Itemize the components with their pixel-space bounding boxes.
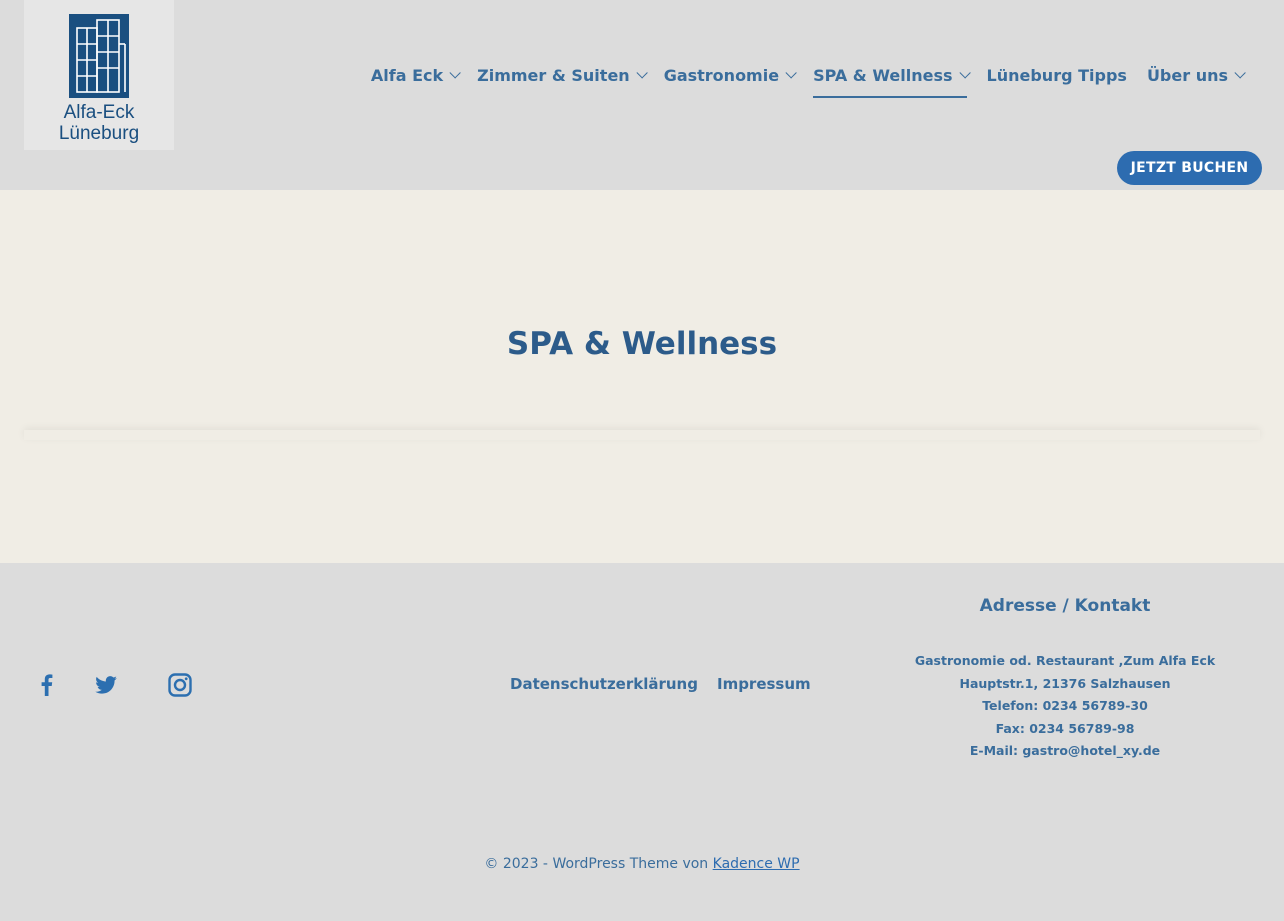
site-footer: Datenschutzerklärung Impressum Adresse /… [0, 563, 1284, 921]
chevron-down-icon [785, 67, 797, 79]
nav-item-zimmer-suiten[interactable]: Zimmer & Suiten [467, 62, 654, 88]
logo-text: Alfa-Eck Lüneburg [59, 102, 139, 144]
page-hero: SPA & Wellness [0, 190, 1284, 430]
site-logo[interactable]: Alfa-Eck Lüneburg [24, 0, 174, 150]
nav-item-lueneburg-tipps[interactable]: Lüneburg Tipps [977, 62, 1137, 88]
contact-line: Gastronomie od. Restaurant ,Zum Alfa Eck [914, 653, 1216, 668]
privacy-link[interactable]: Datenschutzerklärung [510, 675, 698, 693]
nav-item-spa-wellness[interactable]: SPA & Wellness [803, 62, 976, 98]
main-navigation: Alfa Eck Zimmer & Suiten Gastronomie SPA… [371, 62, 1252, 98]
chevron-down-icon [449, 67, 461, 79]
chevron-down-icon [1234, 67, 1246, 79]
copyright-text: © 2023 - WordPress Theme von [484, 856, 713, 872]
nav-item-label: Über uns [1146, 65, 1228, 85]
contact-line: Hauptstr.1, 21376 Salzhausen [959, 675, 1171, 691]
nav-item-label: SPA & Wellness [813, 65, 953, 85]
imprint-link[interactable]: Impressum [717, 675, 811, 693]
contact-line: E-Mail: gastro@hotel_xy.de [969, 743, 1161, 758]
nav-item-label: Zimmer & Suiten [477, 65, 630, 85]
contact-line: Fax: 0234 56789-98 [995, 720, 1135, 736]
nav-item-gastronomie[interactable]: Gastronomie [654, 62, 803, 88]
divider [24, 430, 1260, 440]
building-logo-icon [69, 14, 129, 98]
site-header: Alfa-Eck Lüneburg Alfa Eck Zimmer & Suit… [0, 0, 1284, 190]
contact-line: Telefon: 0234 56789-30 [982, 698, 1148, 713]
logo-line-1: Alfa-Eck [63, 102, 135, 123]
nav-item-ueber-uns[interactable]: Über uns [1137, 62, 1252, 88]
facebook-icon[interactable] [30, 667, 62, 703]
footer-navigation: Datenschutzerklärung Impressum [510, 675, 811, 693]
contact-block: Adresse / Kontakt Gastronomie od. Restau… [900, 596, 1230, 763]
logo-line-2: Lüneburg [58, 123, 140, 144]
social-links [30, 667, 210, 703]
contact-heading: Adresse / Kontakt [979, 596, 1151, 616]
nav-item-label: Lüneburg Tipps [986, 65, 1127, 85]
twitter-icon[interactable] [76, 667, 136, 703]
chevron-down-icon [636, 67, 648, 79]
nav-item-alfa-eck[interactable]: Alfa Eck [361, 62, 467, 88]
kadence-link[interactable]: Kadence WP [713, 856, 800, 872]
book-now-button[interactable]: JETZT BUCHEN [1117, 151, 1262, 185]
nav-item-label: Alfa Eck [370, 65, 444, 85]
page-title: SPA & Wellness [506, 326, 778, 362]
instagram-icon[interactable] [150, 667, 210, 703]
copyright: © 2023 - WordPress Theme von Kadence WP [0, 856, 1284, 872]
chevron-down-icon [958, 67, 971, 79]
nav-item-label: Gastronomie [663, 65, 780, 85]
